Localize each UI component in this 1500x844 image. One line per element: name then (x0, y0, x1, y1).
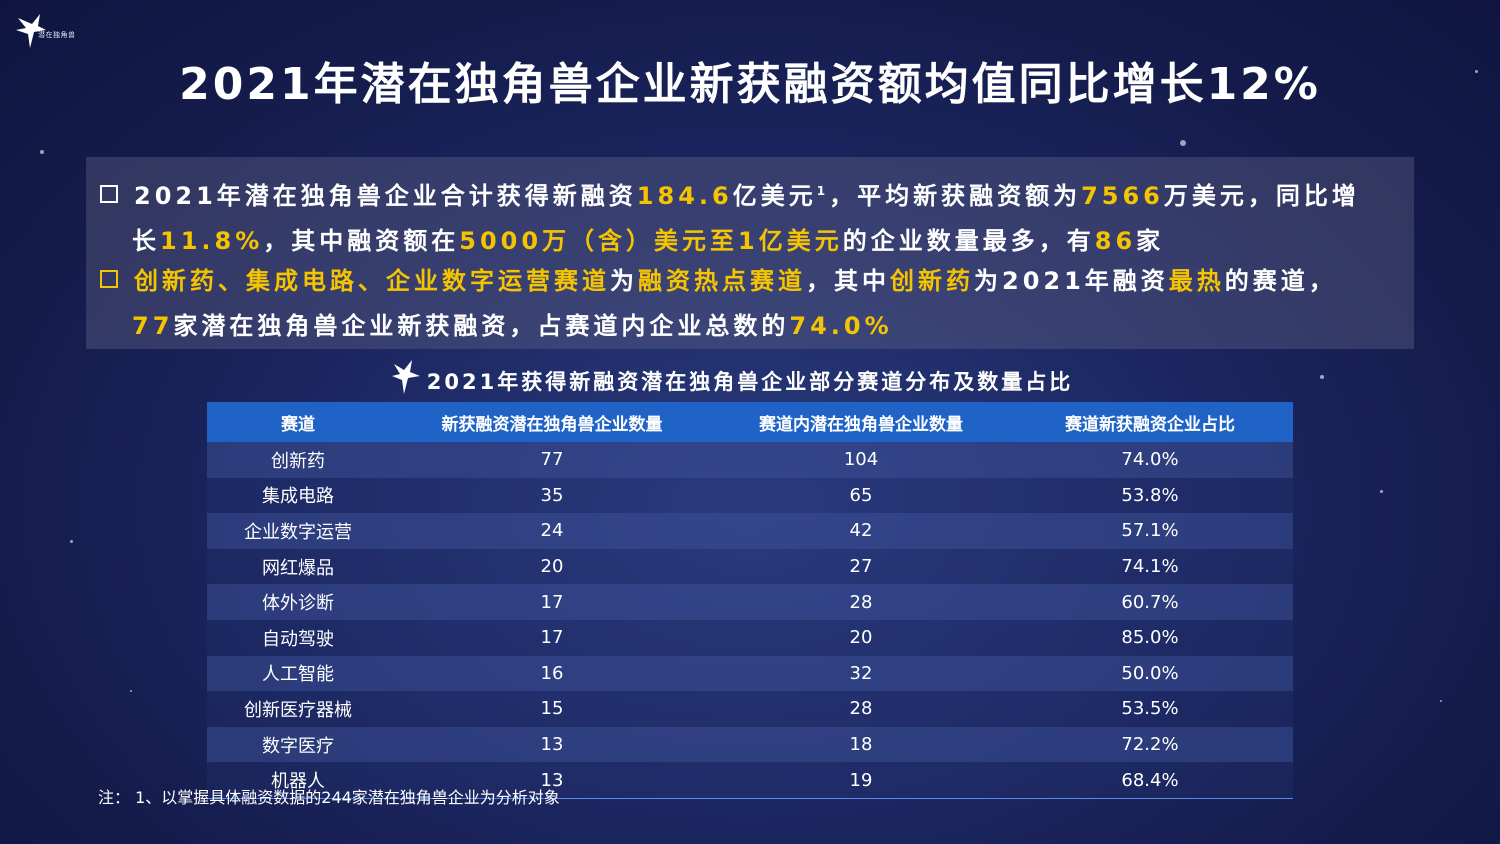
col-header-ratio: 赛道新获融资企业占比 (1007, 402, 1293, 442)
page-title: 2021年潜在独角兽企业新获融资额均值同比增长12% (179, 59, 1321, 110)
star-decoration (40, 150, 44, 154)
checkbox-square-icon (100, 185, 118, 203)
summary-box: 2021年潜在独角兽企业合计获得新融资184.6亿美元1，平均新获融资额为756… (86, 157, 1414, 349)
table-row: 集成电路 35 65 53.8% (207, 477, 1293, 514)
star-decoration (70, 540, 73, 543)
table-header-row: 赛道 新获融资潜在独角兽企业数量 赛道内潜在独角兽企业数量 赛道新获融资企业占比 (207, 402, 1293, 442)
table-row: 创新医疗器械 15 28 53.5% (207, 691, 1293, 727)
star-decoration (1440, 700, 1442, 702)
table-row: 网红爆品 20 27 74.1% (207, 548, 1293, 585)
logo-text: 潜在独角兽 (38, 31, 76, 39)
checkbox-square-icon (100, 270, 118, 288)
table-title: 2021年获得新融资潜在独角兽企业部分赛道分布及数量占比 (426, 370, 1074, 394)
star-decoration (1180, 140, 1186, 146)
col-header-funded-count: 新获融资潜在独角兽企业数量 (389, 402, 715, 442)
table-row: 自动驾驶 17 20 85.0% (207, 619, 1293, 656)
star-decoration (130, 690, 132, 692)
footnote: 注： 1、以掌握具体融资数据的244家潜在独角兽企业为分析对象 (98, 788, 560, 807)
table-row: 人工智能 16 32 50.0% (207, 655, 1293, 692)
table-row: 企业数字运营 24 42 57.1% (207, 513, 1293, 549)
table-row: 创新药 77 104 74.0% (207, 442, 1293, 478)
summary-bullet-1: 2021年潜在独角兽企业合计获得新融资184.6亿美元1，平均新获融资额为756… (100, 169, 1400, 264)
col-header-sector: 赛道 (207, 402, 389, 442)
col-header-total-count: 赛道内潜在独角兽企业数量 (715, 402, 1007, 442)
summary-bullet-2: 创新药、集成电路、企业数字运营赛道为融资热点赛道，其中创新药为2021年融资最热… (100, 259, 1400, 349)
star-decoration (1380, 490, 1383, 493)
table-row: 体外诊断 17 28 60.7% (207, 584, 1293, 620)
sector-table: 赛道 新获融资潜在独角兽企业数量 赛道内潜在独角兽企业数量 赛道新获融资企业占比… (207, 402, 1293, 799)
table-row: 数字医疗 13 18 72.2% (207, 726, 1293, 763)
